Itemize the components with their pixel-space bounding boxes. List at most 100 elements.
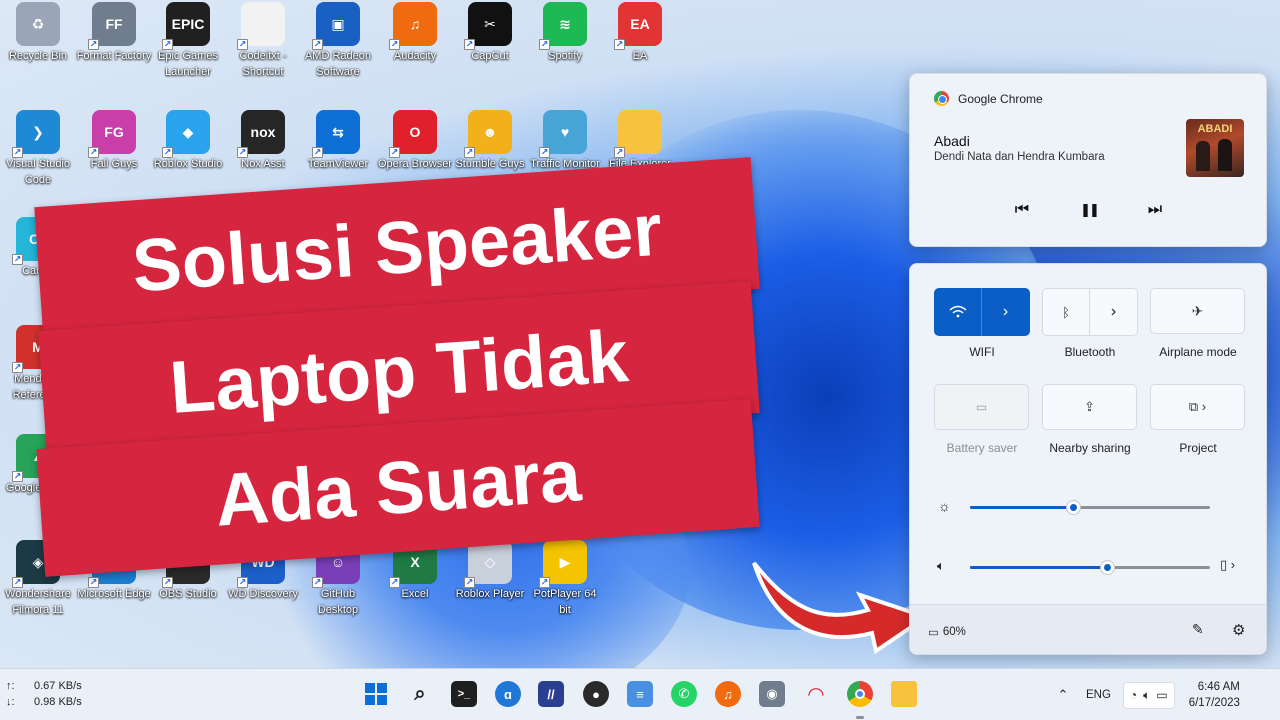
show-hidden-icons-chevron-icon[interactable]: ⌃ <box>1052 687 1074 703</box>
bluetooth-icon: ᛒ <box>1062 304 1070 320</box>
camera-app-icon[interactable]: ◉ <box>759 681 785 707</box>
chrome-icon <box>934 91 949 106</box>
airplane-icon: ✈ <box>1191 302 1204 319</box>
desktop-icon[interactable]: ◇ ↗ Roblox Player <box>452 540 528 602</box>
desktop-icon-label: EA <box>632 50 648 62</box>
file-explorer-taskbar-icon[interactable] <box>891 681 917 707</box>
shortcut-arrow-icon: ↗ <box>88 39 99 50</box>
desktop-icon[interactable]: O ↗ Opera Browser <box>377 110 453 172</box>
desktop-icon[interactable]: FG ↗ Fall Guys <box>76 110 152 172</box>
wifi-icon <box>949 305 966 318</box>
desktop-icon[interactable]: EA ↗ EA <box>602 2 678 64</box>
app-icon: ☻ ↗ <box>464 110 512 158</box>
edit-quick-settings-button[interactable]: ✎ <box>1192 621 1204 638</box>
battery-status[interactable]: ▭ 60% <box>928 625 966 639</box>
desktop-icon[interactable]: ✂ ↗ CapCut <box>452 2 528 64</box>
wifi-toggle[interactable] <box>934 288 982 336</box>
obs-icon[interactable]: ● <box>583 681 609 707</box>
tray-quick-settings-button[interactable]: ◔ 🔈︎ ▭ <box>1122 681 1175 709</box>
desktop-icon-label: OBS Studio <box>159 588 217 600</box>
bluetooth-toggle[interactable]: ᛒ <box>1043 289 1090 335</box>
next-track-button[interactable]: ⏭ <box>1139 196 1171 224</box>
desktop-icon[interactable]: ♥ ↗ Traffic Monitor <box>527 110 603 172</box>
clock[interactable]: 6:46 AM 6/17/2023 <box>1189 679 1240 711</box>
shortcut-arrow-icon: ↗ <box>162 147 173 158</box>
desktop-icon[interactable]: ↗ Codeitxt - Shortcut <box>225 2 301 80</box>
audio-output-chevron-icon: › <box>1230 557 1236 572</box>
notepad-icon[interactable]: ≡ <box>627 681 653 707</box>
quick-settings-flyout: › WIFI ᛒ › Bluetooth ✈ Airplane mode ▭ B… <box>909 263 1267 655</box>
upload-arrow-icon: ↑: <box>6 680 15 692</box>
desktop-icon-label: Opera Browser <box>378 158 452 170</box>
speaker-device-icon: ▯ <box>1220 557 1228 572</box>
desktop-icon-label: Nox Asst <box>241 158 285 170</box>
shortcut-arrow-icon: ↗ <box>464 147 475 158</box>
volume-slider[interactable] <box>970 560 1210 575</box>
battery-saver-tile[interactable]: ▭ <box>934 384 1029 430</box>
desktop-icon-label: GitHub Desktop <box>317 588 359 616</box>
shortcut-arrow-icon: ↗ <box>539 577 550 588</box>
project-tile[interactable]: ⧉ › <box>1150 384 1245 430</box>
audio-output-selector[interactable]: ▯ › <box>1220 557 1235 573</box>
rounded-app-icon[interactable]: ɑ <box>495 681 521 707</box>
brightness-slider[interactable] <box>970 500 1210 515</box>
desktop-icon-label: PotPlayer 64 bit <box>533 588 597 616</box>
brightness-icon: ☼ <box>938 498 951 514</box>
desktop-icon-label: Audacity <box>393 50 437 62</box>
airplane-mode-label: Airplane mode <box>1159 345 1237 359</box>
desktop-icon-label: Format Factory <box>76 50 152 62</box>
upload-speed: 0.67 KB/s <box>34 680 82 692</box>
audacity-icon[interactable]: ♫ <box>715 681 741 707</box>
volume-icon[interactable]: 🔈︎ <box>937 558 945 574</box>
desktop-icon[interactable]: ❯ ↗ Visual Studio Code <box>0 110 76 188</box>
desktop-icon[interactable]: ▣ ↗ AMD Radeon Software <box>300 2 376 80</box>
shortcut-arrow-icon: ↗ <box>12 471 23 482</box>
media-app-header: Google Chrome <box>934 91 1043 106</box>
desktop-icon-label: Visual Studio Code <box>5 158 70 186</box>
bluetooth-tile[interactable]: ᛒ › <box>1042 288 1138 336</box>
wifi-tile[interactable]: › <box>934 288 1030 336</box>
shortcut-arrow-icon: ↗ <box>389 39 400 50</box>
desktop-icon-label: AMD Radeon Software <box>304 50 372 78</box>
download-arrow-icon: ↓: <box>6 696 15 708</box>
wifi-expand-chevron-icon[interactable]: › <box>982 288 1029 336</box>
settings-gear-icon[interactable]: ⚙ <box>1232 621 1245 639</box>
desktop-icon[interactable]: ≋ ↗ Spotify <box>527 2 603 64</box>
language-indicator[interactable]: ENG <box>1086 689 1111 701</box>
bluetooth-expand-chevron-icon[interactable]: › <box>1090 289 1137 335</box>
whatsapp-icon[interactable]: ✆ <box>671 681 697 707</box>
arc-app-icon[interactable]: ◠ <box>803 681 829 707</box>
app-icon: O ↗ <box>389 110 437 158</box>
shortcut-arrow-icon: ↗ <box>464 39 475 50</box>
desktop-icon-label: TeamViewer <box>307 158 369 170</box>
volume-slider-fill <box>970 566 1107 569</box>
desktop-icon[interactable]: EPIC ↗ Epic Games Launcher <box>150 2 226 80</box>
nearby-sharing-tile[interactable]: ⇪ <box>1042 384 1137 430</box>
search-icon[interactable]: ⌕ <box>407 681 433 707</box>
desktop-icon[interactable]: FF ↗ Format Factory <box>76 2 152 64</box>
desktop-icon-label: Roblox Player <box>455 588 525 600</box>
desktop-icon[interactable]: ☻ ↗ Stumble Guys <box>452 110 528 172</box>
app-icon: ♥ ↗ <box>539 110 587 158</box>
brightness-slider-thumb[interactable] <box>1066 500 1082 515</box>
desktop-icon[interactable]: ♫ ↗ Audacity <box>377 2 453 64</box>
shortcut-arrow-icon: ↗ <box>237 147 248 158</box>
chrome-taskbar-icon[interactable] <box>847 681 873 707</box>
previous-track-button[interactable]: ⏮ <box>1006 196 1038 224</box>
desktop-icon[interactable]: ▶ ↗ PotPlayer 64 bit <box>527 540 603 618</box>
start-button[interactable] <box>363 681 389 707</box>
terminal-icon[interactable]: >_ <box>451 681 477 707</box>
quick-settings-footer: ▭ 60% ✎ ⚙ <box>910 604 1266 654</box>
airplane-mode-tile[interactable]: ✈ <box>1150 288 1245 334</box>
desktop-icon[interactable]: ◆ ↗ Roblox Studio <box>150 110 226 172</box>
pause-button[interactable]: ❚❚ <box>1073 196 1105 224</box>
slashed-app-icon[interactable]: // <box>538 681 564 707</box>
shortcut-arrow-icon: ↗ <box>12 254 23 265</box>
desktop-icon-label: Spotify <box>548 50 582 62</box>
album-art-text: ABADI <box>1197 123 1233 135</box>
desktop-icon[interactable]: nox ↗ Nox Asst <box>225 110 301 172</box>
desktop-icon[interactable]: ⇆ ↗ TeamViewer <box>300 110 376 172</box>
desktop-icon-label: CapCut <box>471 50 509 62</box>
desktop-icon[interactable]: ♻ Recycle Bin <box>0 2 76 64</box>
volume-slider-thumb[interactable] <box>1099 560 1115 575</box>
